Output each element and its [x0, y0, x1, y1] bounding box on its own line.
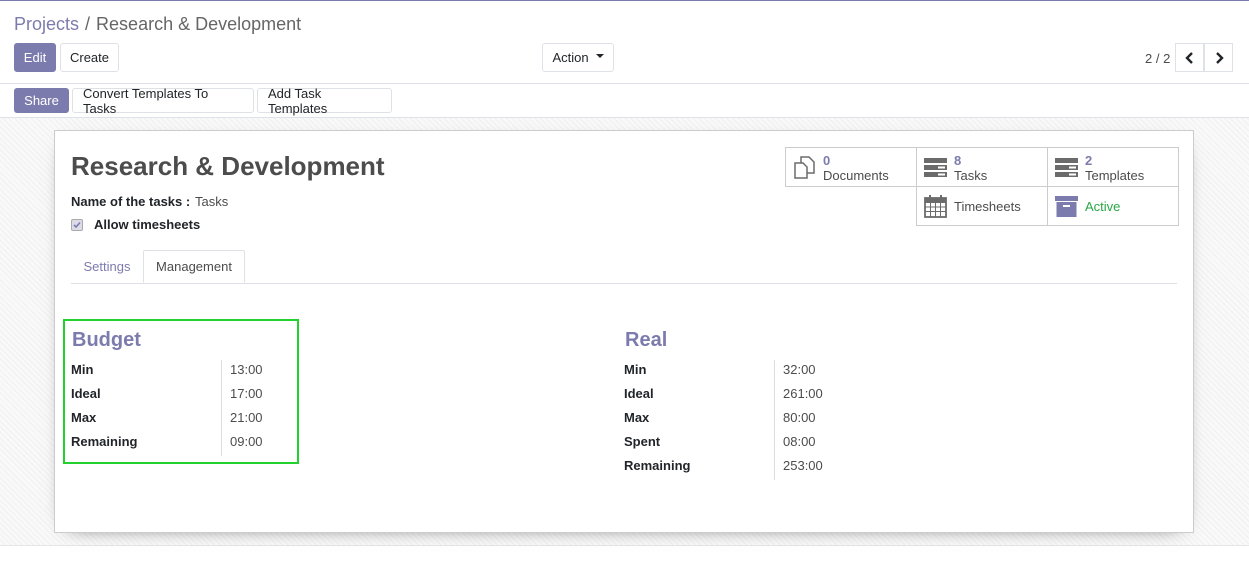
tasks-count: 8: [954, 153, 962, 168]
form-statusbar: Share Convert Templates To Tasks Add Tas…: [0, 84, 1249, 118]
documents-smart-button[interactable]: 0 Documents: [785, 147, 917, 187]
notebook-tabs: Settings Management: [71, 250, 1177, 284]
real-column-divider: [774, 360, 775, 480]
tab-settings[interactable]: Settings: [71, 250, 143, 283]
documents-label: Documents: [823, 168, 889, 183]
bottom-divider: [0, 545, 1249, 546]
templates-label: Templates: [1085, 168, 1145, 183]
share-button[interactable]: Share: [14, 88, 69, 113]
control-panel: Projects / Research & Development Edit Cre…: [0, 1, 1249, 84]
templates-count: 2: [1085, 153, 1093, 168]
checkmark-icon: [73, 221, 81, 229]
pager-value[interactable]: 2 / 2: [1145, 51, 1170, 66]
tasks-icon: [924, 158, 947, 177]
chevron-left-icon: [1184, 51, 1193, 64]
timesheets-smart-button[interactable]: Timesheets: [916, 186, 1048, 226]
task-name-label: Name of the tasks :: [71, 194, 191, 209]
tasks-smart-button[interactable]: 8 Tasks: [916, 147, 1048, 187]
calendar-icon: [924, 195, 947, 218]
tab-management[interactable]: Management: [143, 250, 245, 283]
real-ideal-value: 261:00: [783, 386, 823, 401]
real-remaining-label: Remaining: [624, 458, 691, 473]
real-min-label: Min: [624, 362, 647, 377]
real-max-label: Max: [624, 410, 650, 425]
breadcrumb-projects-link[interactable]: Projects: [14, 14, 79, 34]
action-dropdown[interactable]: Action: [542, 43, 614, 72]
active-status-label: Active: [1085, 199, 1121, 214]
real-remaining-value: 253:00: [783, 458, 823, 473]
timesheets-label: Timesheets: [954, 199, 1021, 214]
real-group-title: Real: [625, 329, 668, 351]
active-toggle-button[interactable]: Active: [1047, 186, 1179, 226]
breadcrumb-separator: /: [85, 14, 91, 34]
record-title: Research & Development: [71, 151, 385, 181]
smart-button-box: 0 Documents 8 Tasks 2 Templates Timeshee…: [785, 147, 1179, 226]
edit-button[interactable]: Edit: [14, 43, 56, 72]
real-max-value: 80:00: [783, 410, 816, 425]
budget-highlight-box: [63, 319, 299, 464]
real-ideal-label: Ideal: [624, 386, 654, 401]
task-name-field[interactable]: Tasks: [195, 194, 228, 209]
allow-timesheets-checkbox[interactable]: [71, 219, 83, 231]
breadcrumb: Projects / Research & Development: [14, 14, 301, 35]
chevron-right-icon: [1215, 51, 1224, 64]
archive-icon: [1055, 196, 1078, 217]
real-min-value: 32:00: [783, 362, 816, 377]
breadcrumb-current: Research & Development: [96, 14, 302, 34]
form-sheet: Research & Development Name of the tasks…: [54, 130, 1194, 533]
documents-icon: [794, 156, 815, 179]
allow-timesheets-label: Allow timesheets: [94, 217, 201, 232]
real-spent-label: Spent: [624, 434, 661, 449]
templates-icon: [1055, 158, 1078, 177]
caret-down-icon: [595, 53, 604, 58]
documents-count: 0: [823, 153, 831, 168]
action-dropdown-label: Action: [552, 50, 589, 65]
tasks-label: Tasks: [954, 168, 988, 183]
add-task-templates-button[interactable]: Add Task Templates: [257, 86, 392, 116]
convert-templates-button[interactable]: Convert Templates To Tasks: [72, 86, 254, 116]
pager-next-button[interactable]: [1204, 43, 1233, 72]
pager-previous-button[interactable]: [1175, 43, 1204, 72]
real-spent-value: 08:00: [783, 434, 816, 449]
templates-smart-button[interactable]: 2 Templates: [1047, 147, 1179, 187]
create-button[interactable]: Create: [60, 43, 119, 72]
